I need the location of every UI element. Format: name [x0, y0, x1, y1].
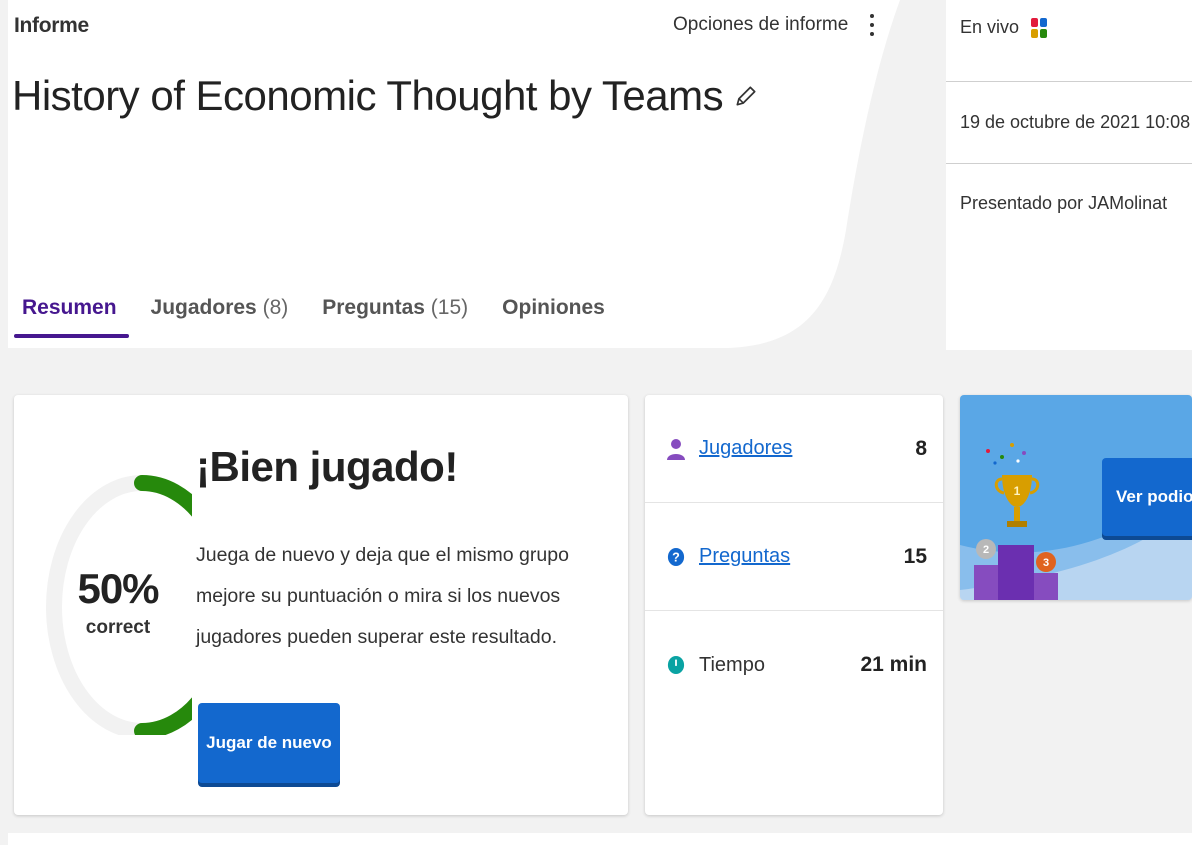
correct-label: correct [85, 617, 151, 638]
summary-text: Juega de nuevo y deja que el mismo grupo… [196, 544, 569, 648]
stats-card: Jugadores 8 ? Preguntas 15 Tiempo 21 min [645, 395, 943, 815]
svg-text:?: ? [672, 550, 680, 564]
page-title: History of Economic Thought by Teams [12, 72, 724, 119]
stat-row-players: Jugadores 8 [645, 395, 943, 503]
report-tabs: Resumen Jugadores (8) Preguntas (15) Opi… [14, 296, 631, 338]
title-row: History of Economic Thought by Teams [12, 72, 759, 120]
tab-label: Jugadores [150, 296, 257, 319]
summary-heading: ¡Bien jugado! [196, 443, 458, 490]
questions-count: 15 [903, 544, 927, 568]
tab-label: Resumen [22, 296, 117, 319]
view-podium-button[interactable]: Ver podio [1102, 458, 1192, 536]
game-date: 19 de octubre de 2021 10:08 [960, 112, 1191, 132]
podium-card: 1 2 3 Ver podio [960, 395, 1192, 600]
tab-preguntas[interactable]: Preguntas (15) [314, 296, 480, 338]
page-footer-strip [8, 833, 1192, 845]
tab-resumen[interactable]: Resumen [14, 296, 129, 338]
summary-card: 50% correct ¡Bien jugado! Juega de nuevo… [14, 395, 628, 815]
players-link[interactable]: Jugadores [699, 437, 915, 460]
svg-text:1: 1 [1014, 484, 1021, 498]
player-icon [667, 438, 685, 460]
time-label: Tiempo [699, 653, 765, 676]
kebab-menu-icon[interactable] [866, 12, 878, 38]
stat-row-time: Tiempo 21 min [645, 611, 943, 719]
tab-label: Preguntas [322, 296, 425, 319]
play-again-button[interactable]: Jugar de nuevo [198, 703, 340, 783]
pencil-edit-icon[interactable] [733, 83, 759, 109]
tab-jugadores[interactable]: Jugadores (8) [143, 296, 301, 338]
question-icon: ? [667, 546, 685, 568]
tab-opiniones[interactable]: Opiniones [494, 296, 617, 338]
questions-link[interactable]: Preguntas [699, 545, 904, 568]
clock-icon [667, 654, 685, 676]
svg-text:2: 2 [983, 544, 989, 556]
time-value: 21 min [860, 653, 927, 676]
svg-text:3: 3 [1043, 557, 1049, 569]
tab-count: (15) [430, 296, 469, 319]
report-options-label: Opciones de informe [673, 14, 849, 35]
players-count: 8 [915, 436, 927, 460]
correct-percentage: 50% [77, 565, 159, 612]
game-mode-label: En vivo [960, 17, 1020, 37]
host-name: Presentado por JAMolinat [960, 192, 1168, 213]
date-row: 19 de octubre de 2021 10:08 [946, 82, 1192, 164]
live-game-icon [1031, 17, 1048, 38]
report-options[interactable]: Opciones de informe [673, 12, 878, 38]
tab-label: Opiniones [502, 296, 605, 319]
live-mode-row: En vivo [946, 0, 1192, 82]
stat-row-questions: ? Preguntas 15 [645, 503, 943, 611]
host-row: Presentado por JAMolinat [946, 164, 1192, 264]
report-label: Informe [14, 14, 89, 37]
tab-count: (8) [262, 296, 289, 319]
report-info: En vivo 19 de octubre de 2021 10:08 Pres… [946, 0, 1192, 264]
